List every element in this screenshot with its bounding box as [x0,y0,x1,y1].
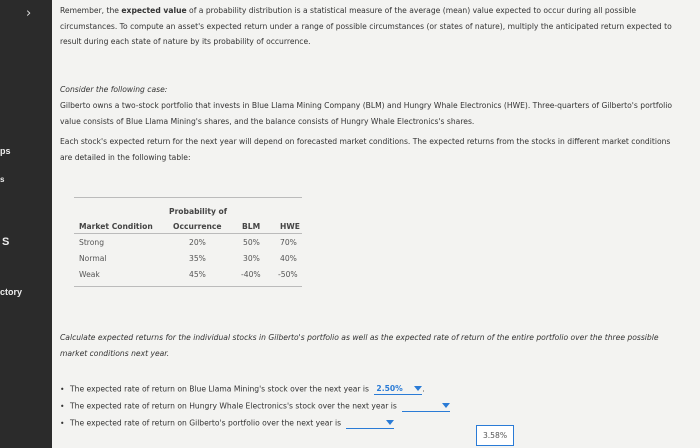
dropdown-option[interactable]: 3.58% [476,425,514,446]
case-paragraph: Gilberto owns a two-stock portfolio that… [60,101,673,126]
bullet-text: The expected rate of return on Gilberto'… [70,418,342,428]
cell-probability: 45% [189,270,206,279]
cell-blm: -40% [241,270,261,279]
cell-hwe: 70% [280,238,297,247]
chevron-down-icon[interactable] [386,420,395,425]
portfolio-return-dropdown[interactable] [346,418,395,429]
cell-condition: Weak [79,270,100,279]
chevron-right-icon[interactable]: › [26,6,31,21]
left-sidebar-strip: › ps s S ctory [0,0,52,448]
cell-blm: 30% [243,254,260,263]
dropdown-selected-value [346,418,350,427]
dropdown-selected-value: 2.50% [376,384,403,393]
sidebar-label-s[interactable]: s [0,175,4,184]
chevron-down-icon[interactable] [442,403,451,408]
header-blm: BLM [242,222,261,231]
header-probability-line1: Probability of [169,207,228,216]
cell-probability: 35% [189,254,206,263]
main-content: Remember, the expected value of a probab… [52,0,700,448]
cell-probability: 20% [189,238,206,247]
table-bottom-rule [74,286,302,287]
sidebar-label-S[interactable]: S [2,236,9,248]
bullet-dot: • [60,401,65,411]
bullet-text: The expected rate of return on Hungry Wh… [70,401,397,411]
cell-condition: Strong [79,238,105,247]
table-top-rule [74,197,302,198]
blm-return-dropdown[interactable]: 2.50% [374,384,423,395]
bullet-portfolio-return: • The expected rate of return on Gilberto… [60,418,395,429]
sidebar-label-history[interactable]: ctory [0,287,22,297]
header-market-condition: Market Condition [79,222,153,231]
sidebar-label-steps[interactable]: ps [0,146,11,156]
cell-hwe: -50% [278,270,298,279]
header-probability-line2: Occurrence [173,222,222,231]
returns-paragraph: Each stock's expected return for the nex… [60,137,671,162]
bullet-text: The expected rate of return on Blue Llam… [70,384,369,394]
chevron-down-icon[interactable] [414,386,423,391]
table-header-rule [74,233,302,234]
bullet-hwe-return: • The expected rate of return on Hungry W… [60,401,451,412]
question-paragraph: Calculate expected returns for the indiv… [60,333,659,358]
intro-paragraph: Remember, the expected value of a probab… [60,6,672,46]
bullet-dot: • [60,384,65,394]
cell-condition: Normal [79,254,107,263]
dropdown-selected-value [402,401,406,410]
cell-blm: 50% [243,238,260,247]
hwe-return-dropdown[interactable] [402,401,451,412]
cell-hwe: 40% [280,254,297,263]
bullet-suffix: . [422,384,425,394]
header-hwe: HWE [280,222,300,231]
bullet-blm-return: • The expected rate of return on Blue Lla… [60,384,425,395]
case-heading: Consider the following case: [60,85,168,94]
bullet-dot: • [60,418,65,428]
